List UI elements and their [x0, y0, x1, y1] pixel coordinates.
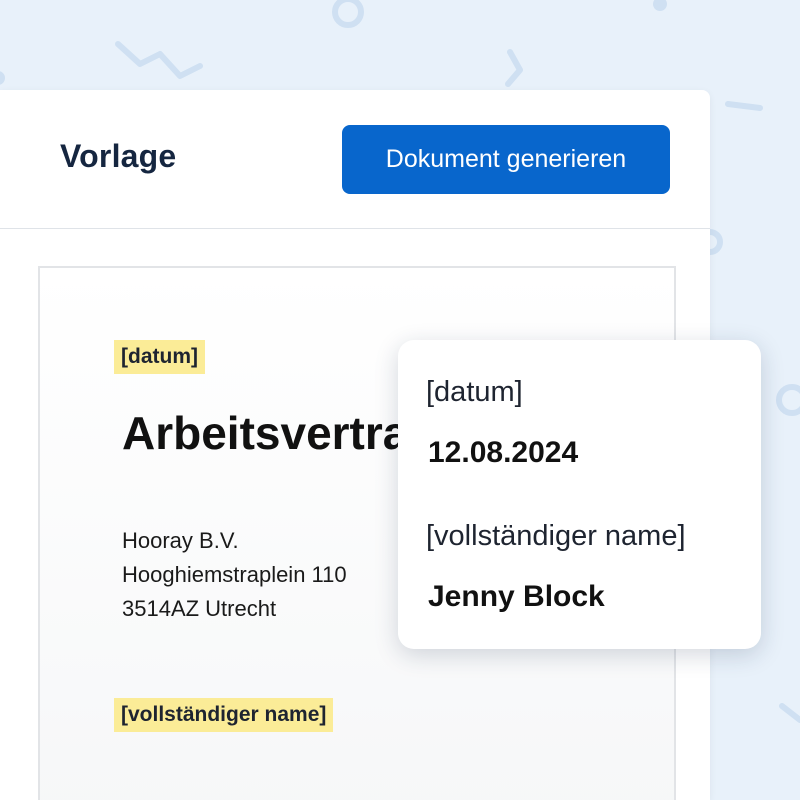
name-placeholder-tag[interactable]: [vollständiger name]	[114, 698, 334, 732]
address-line: Hooray B.V.	[122, 528, 239, 553]
field-label-date: [datum]	[426, 376, 523, 408]
field-label-name: [vollständiger name]	[426, 520, 686, 552]
address-block: Hooray B.V. Hooghiemstraplein 110 3514AZ…	[122, 524, 347, 626]
date-placeholder-tag[interactable]: [datum]	[114, 340, 205, 374]
panel-title: Vorlage	[60, 138, 177, 174]
generate-document-button[interactable]: Dokument generieren	[342, 125, 670, 194]
address-line: Hooghiemstraplein 110	[122, 562, 347, 587]
address-line: 3514AZ Utrecht	[122, 596, 277, 621]
document-heading: Arbeitsvertrag	[122, 407, 437, 459]
panel-header: Vorlage Dokument generieren	[0, 90, 710, 229]
field-value-date[interactable]: 12.08.2024	[428, 436, 578, 470]
field-values-popup: [datum] 12.08.2024 [vollständiger name] …	[398, 340, 761, 649]
field-value-name[interactable]: Jenny Block	[428, 580, 605, 614]
